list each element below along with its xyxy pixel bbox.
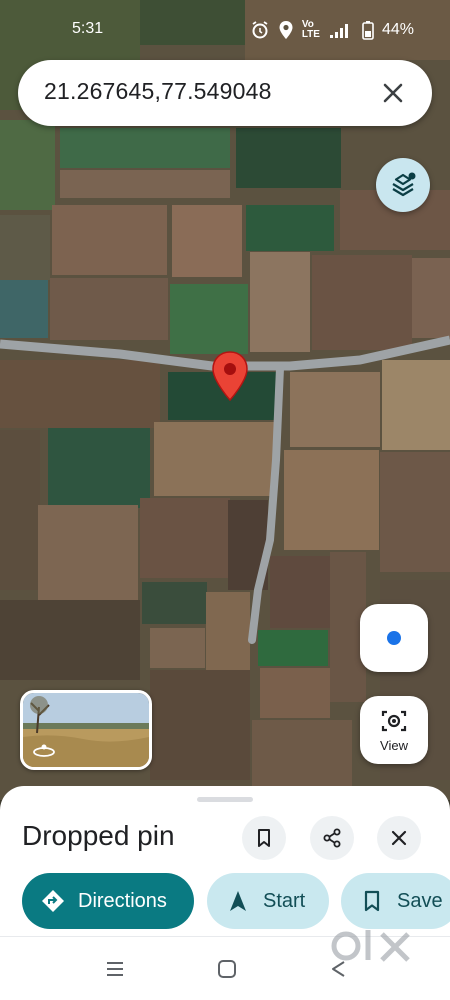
save-button[interactable]: Save xyxy=(341,873,450,929)
directions-icon xyxy=(42,890,64,912)
place-title: Dropped pin xyxy=(22,820,175,851)
view-button[interactable]: View xyxy=(360,696,428,764)
save-label: Save xyxy=(397,889,443,912)
layers-icon xyxy=(392,172,416,197)
battery-icon xyxy=(362,21,374,40)
my-location-button[interactable] xyxy=(360,604,428,672)
directions-label: Directions xyxy=(78,889,167,912)
bookmark-icon xyxy=(258,829,270,847)
share-button[interactable] xyxy=(310,816,354,860)
recent-apps-icon[interactable] xyxy=(104,958,126,980)
start-button[interactable]: Start xyxy=(207,873,329,929)
battery-percent: 44% xyxy=(381,21,414,38)
start-label: Start xyxy=(263,889,306,912)
directions-button[interactable]: Directions xyxy=(22,873,194,929)
watermark-logo xyxy=(331,930,410,962)
alarm-icon xyxy=(252,21,268,39)
status-bar: 5:31 Vo LTE 44% xyxy=(0,0,450,56)
camera-lens-icon xyxy=(381,710,407,732)
search-bar[interactable]: 21.267645,77.549048 xyxy=(18,60,432,126)
volte-icon: Vo LTE xyxy=(301,19,320,40)
search-query[interactable]: 21.267645,77.549048 xyxy=(44,78,272,105)
view-label: View xyxy=(380,738,408,753)
close-icon xyxy=(391,830,407,846)
status-time: 5:31 xyxy=(72,20,104,37)
close-sheet-button[interactable] xyxy=(377,816,421,860)
layers-button[interactable] xyxy=(376,158,430,212)
location-icon xyxy=(279,21,293,39)
navigation-arrow-icon xyxy=(230,891,246,911)
street-view-thumbnail[interactable] xyxy=(20,690,152,770)
close-icon[interactable] xyxy=(376,76,410,110)
bookmark-button[interactable] xyxy=(242,816,286,860)
360-view-icon xyxy=(33,744,55,757)
home-icon[interactable] xyxy=(216,958,238,980)
drag-handle[interactable] xyxy=(197,797,253,802)
dropped-pin-marker[interactable] xyxy=(211,350,249,402)
location-dot-icon xyxy=(387,631,401,645)
share-icon xyxy=(323,828,341,848)
signal-icon xyxy=(329,24,348,38)
bookmark-icon xyxy=(364,890,380,912)
